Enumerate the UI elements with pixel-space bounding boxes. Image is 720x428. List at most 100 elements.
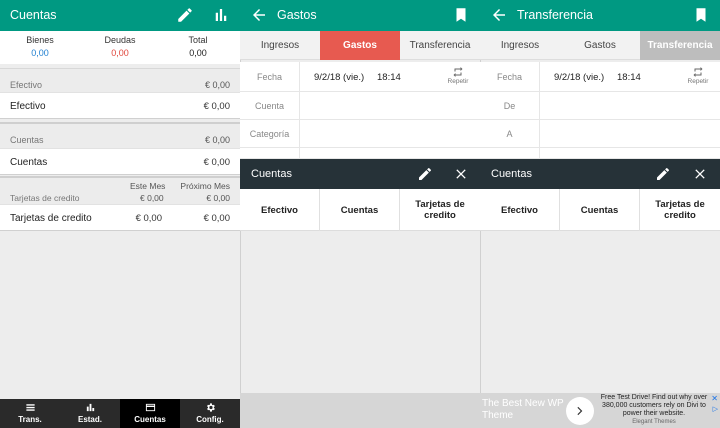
option-accounts[interactable]: Cuentas: [320, 189, 400, 231]
account-picker-options: Efectivo Cuentas Tarjetas de credito: [240, 189, 480, 231]
nav-accounts[interactable]: Cuentas: [120, 399, 180, 428]
gear-icon: [206, 403, 215, 412]
repeat-label: Repetir: [447, 78, 469, 85]
group-header-label: Efectivo: [10, 80, 43, 90]
category-field-row[interactable]: Categoría: [240, 120, 480, 148]
ad-close-icon[interactable]: ✕: [711, 394, 718, 403]
date-row[interactable]: Fecha 9/2/18 (vie.) 18:14 Repetir: [240, 62, 480, 92]
to-field-row[interactable]: A: [480, 120, 720, 148]
date-row[interactable]: Fecha 9/2/18 (vie.) 18:14 Repetir: [480, 62, 720, 92]
transfer-screen: Transferencia Ingresos Gastos Transferen…: [480, 0, 720, 428]
summary-value: 0,00: [31, 48, 49, 58]
close-icon[interactable]: [692, 166, 708, 182]
pencil-icon[interactable]: [417, 166, 433, 182]
column-next-month: Próximo Mes: [180, 181, 230, 191]
account-row-accounts[interactable]: Cuentas € 0,00: [0, 148, 240, 175]
date-value[interactable]: 9/2/18 (vie.): [314, 72, 364, 83]
tab-income[interactable]: Ingresos: [240, 31, 320, 60]
account-row-credit-cards[interactable]: Tarjetas de credito € 0,00 € 0,00: [0, 204, 240, 231]
from-field-row[interactable]: De: [480, 92, 720, 120]
option-cash[interactable]: Efectivo: [240, 189, 320, 231]
app-bar: Transferencia: [480, 0, 720, 31]
field-label: Cuenta: [240, 92, 300, 120]
ad-choices-icon[interactable]: ▷: [713, 405, 718, 413]
tab-expense[interactable]: Gastos: [560, 31, 640, 60]
account-picker-header: Cuentas: [480, 159, 720, 189]
group-header-value: € 0,00: [206, 193, 230, 203]
ad-banner[interactable]: The Best New WP Theme Free Test Drive! F…: [480, 393, 720, 428]
summary-value: 0,00: [189, 48, 207, 58]
summary-value: 0,00: [111, 48, 129, 58]
summary-debts: Deudas 0,00: [80, 35, 160, 58]
app-bar: Gastos: [240, 0, 480, 31]
nav-settings[interactable]: Config.: [180, 399, 240, 428]
ad-cta-button[interactable]: [566, 397, 594, 425]
bookmark-icon[interactable]: [452, 6, 470, 24]
ad-body: Free Test Drive! Find out why over 380,0…: [598, 394, 710, 426]
accounts-screen: Cuentas Bienes 0,00 Deudas 0,00 Total 0,…: [0, 0, 240, 428]
summary-label: Bienes: [26, 35, 54, 45]
account-name: Cuentas: [10, 157, 48, 168]
card-icon: [145, 403, 155, 412]
option-accounts[interactable]: Cuentas: [560, 189, 640, 231]
field-label: De: [480, 92, 540, 120]
tab-transfer[interactable]: Transferencia: [640, 31, 720, 60]
date-value[interactable]: 9/2/18 (vie.): [554, 72, 604, 83]
account-picker-options: Efectivo Cuentas Tarjetas de credito: [480, 189, 720, 231]
repeat-button[interactable]: Repetir: [684, 66, 712, 85]
field-label: [240, 148, 300, 159]
time-value[interactable]: 18:14: [617, 72, 641, 83]
field-label: Fecha: [240, 62, 300, 92]
group-header-label: Tarjetas de credito: [10, 193, 80, 203]
account-name: Tarjetas de credito: [10, 213, 92, 224]
repeat-icon: [693, 67, 703, 77]
repeat-button[interactable]: Repetir: [444, 66, 472, 85]
back-arrow-icon[interactable]: [250, 6, 268, 24]
account-name: Efectivo: [10, 101, 46, 112]
account-field-row[interactable]: Cuenta: [240, 92, 480, 120]
screen-title: Transferencia: [517, 8, 593, 22]
close-icon[interactable]: [453, 166, 469, 182]
bookmark-icon[interactable]: [692, 6, 710, 24]
nav-transactions[interactable]: Trans.: [0, 399, 60, 428]
ad-brand: Elegant Themes: [632, 419, 676, 425]
field-label: Fecha: [480, 62, 540, 92]
list-icon: [25, 404, 35, 411]
group-header-credit-cards[interactable]: Este Mes Próximo Mes Tarjetas de credito…: [0, 176, 240, 204]
tab-income[interactable]: Ingresos: [480, 31, 560, 60]
pencil-icon[interactable]: [655, 166, 671, 182]
time-value[interactable]: 18:14: [377, 72, 401, 83]
bar-chart-icon[interactable]: [212, 6, 230, 24]
expense-screen: Gastos Ingresos Gastos Transferencia Fec…: [240, 0, 480, 428]
tab-transfer[interactable]: Transferencia: [400, 31, 480, 60]
nav-label: Config.: [196, 415, 224, 424]
pencil-icon[interactable]: [176, 6, 194, 24]
account-row-cash[interactable]: Efectivo € 0,00: [0, 92, 240, 119]
account-balance: € 0,00: [203, 157, 230, 168]
option-credit-cards[interactable]: Tarjetas de credito: [400, 189, 480, 231]
tab-expense[interactable]: Gastos: [320, 31, 400, 60]
option-credit-cards[interactable]: Tarjetas de credito: [640, 189, 720, 231]
transaction-type-tabs: Ingresos Gastos Transferencia: [480, 31, 720, 60]
back-arrow-icon[interactable]: [490, 6, 508, 24]
column-this-month: Este Mes: [130, 181, 166, 191]
summary-assets: Bienes 0,00: [0, 35, 80, 58]
nav-label: Trans.: [18, 415, 42, 424]
screen-title: Cuentas: [10, 8, 57, 22]
app-bar: Cuentas: [0, 0, 240, 31]
amount-field-row[interactable]: [240, 148, 480, 159]
repeat-label: Repetir: [687, 78, 709, 85]
field-label: Categoría: [240, 120, 300, 148]
dialog-title: Cuentas: [491, 168, 532, 180]
nav-statistics[interactable]: Estad.: [60, 399, 120, 428]
account-picker-header: Cuentas: [240, 159, 480, 189]
account-balance-this-month: € 0,00: [135, 213, 162, 224]
group-header-value: € 0,00: [204, 135, 230, 145]
field-label: A: [480, 120, 540, 148]
option-cash[interactable]: Efectivo: [480, 189, 560, 231]
amount-field-row[interactable]: [480, 148, 720, 159]
group-header-accounts[interactable]: Cuentas € 0,00: [0, 122, 240, 150]
nav-label: Cuentas: [134, 415, 166, 424]
summary-label: Deudas: [104, 35, 136, 45]
bar-chart-icon: [86, 403, 94, 412]
